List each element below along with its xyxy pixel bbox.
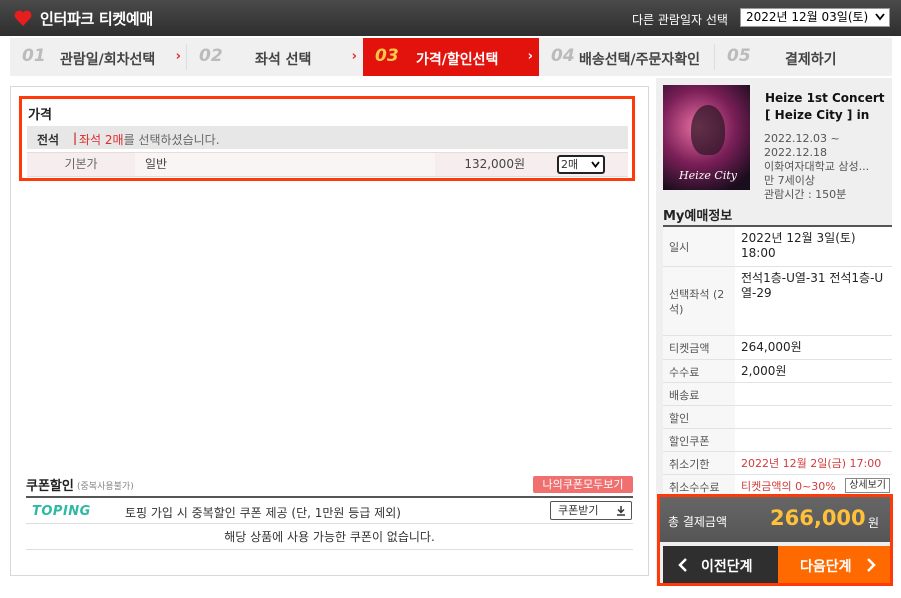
selection-summary-text: 를 선택하셨습니다. — [123, 133, 220, 147]
chevron-right-icon: › — [351, 49, 357, 64]
show-title: Heize 1st Concert [ Heize City ] in — [765, 91, 885, 122]
info-value — [735, 383, 892, 405]
chevron-right-icon: › — [175, 49, 181, 64]
info-key: 선택좌석 (2석) — [663, 267, 735, 335]
info-row-ticket-amount: 티켓금액 264,000원 — [663, 336, 892, 360]
info-row-cancel-deadline: 취소기한 2022년 12월 2일(금) 17:00 — [663, 452, 892, 475]
price-section: 가격 전석 | 좌석 2매를 선택하셨습니다. 기본가 일반 132,000원 … — [19, 96, 635, 181]
price-section-title: 가격 — [28, 108, 52, 123]
total-unit: 원 — [868, 516, 880, 530]
my-booking-title: My예매정보 — [663, 209, 733, 224]
toping-coupon-row: TOPING 토핑 가입 시 중복할인 쿠폰 제공 (단, 1만원 등급 제외)… — [26, 498, 633, 524]
poster-title-text: Heize City — [679, 169, 737, 182]
step-label: 결제하기 — [785, 52, 837, 68]
step-number: 01 — [22, 46, 46, 66]
get-coupon-button[interactable]: 쿠폰받기 — [550, 501, 632, 520]
my-booking-table: 일시 2022년 12월 3일(토) 18:00 선택좌석 (2석) 전석1층-… — [663, 225, 892, 497]
info-value: 전석1층-U열-31 전석1층-U열-29 — [741, 271, 884, 300]
info-key: 배송료 — [663, 383, 735, 405]
info-key: 할인 — [663, 406, 735, 428]
step-number: 03 — [375, 46, 399, 66]
seat-grade-bar: 전석 | 좌석 2매를 선택하셨습니다. — [27, 126, 628, 149]
show-info: 2022.12.03 ~ 2022.12.18 이화여자대학교 삼성... 만 … — [764, 132, 889, 202]
info-row-datetime: 일시 2022년 12월 3일(토) 18:00 — [663, 227, 892, 267]
info-key: 수수료 — [663, 360, 735, 382]
info-key: 취소기한 — [663, 452, 735, 474]
chevron-right-icon — [867, 558, 876, 572]
prev-step-button[interactable]: 이전단계 — [663, 546, 778, 583]
total-amount: 266,000 — [770, 506, 866, 530]
step-3-price-discount[interactable]: 03 가격/할인선택 › — [363, 38, 539, 76]
seat-grade: 전석 — [37, 133, 60, 147]
date-select-value: 2022년 12월 03일(토) — [746, 10, 869, 24]
step-number: 05 — [727, 46, 751, 66]
step-1-date-select[interactable]: 01 관람일/회차선택 › — [10, 38, 187, 76]
show-venue: 이화여자대학교 삼성... — [764, 160, 870, 173]
top-header: 인터파크 티켓예매 다른 관람일자 선택 2022년 12월 03일(토) — [0, 0, 901, 36]
total-payment-section: 총 결제금액 266,000 원 이전단계 다음단계 — [657, 494, 893, 586]
price-row: 기본가 일반 132,000원 2매 — [27, 152, 628, 177]
info-value: 264,000원 — [741, 340, 802, 354]
step-label: 관람일/회차선택 — [60, 52, 156, 68]
quantity-value: 2매 — [561, 158, 579, 171]
info-row-delivery: 배송료 — [663, 383, 892, 406]
show-runtime: 관람시간 : 150분 — [764, 188, 847, 201]
step-4-delivery-orderer[interactable]: 04 배송선택/주문자확인 — [539, 38, 715, 76]
toping-promo-text: 토핑 가입 시 중복할인 쿠폰 제공 (단, 1만원 등급 제외) — [125, 506, 401, 520]
info-row-coupon: 할인쿠폰 — [663, 429, 892, 452]
info-row-fee: 수수료 2,000원 — [663, 360, 892, 383]
chevron-right-icon: › — [527, 49, 533, 64]
date-select[interactable]: 2022년 12월 03일(토) — [740, 8, 890, 27]
info-key: 일시 — [663, 227, 735, 266]
info-row-seats: 선택좌석 (2석) 전석1층-U열-31 전석1층-U열-29 — [663, 267, 892, 336]
info-row-discount: 할인 — [663, 406, 892, 429]
info-value — [735, 429, 892, 451]
price-name: 일반 — [135, 153, 435, 176]
info-key: 티켓금액 — [663, 336, 735, 359]
step-5-payment[interactable]: 05 결제하기 — [715, 38, 892, 76]
total-payment-bar: 총 결제금액 266,000 원 — [660, 497, 890, 542]
info-value — [735, 406, 892, 428]
site-logo-text: 인터파크 티켓예매 — [40, 10, 153, 28]
booking-steps: 01 관람일/회차선택 › 02 좌석 선택 › 03 가격/할인선택 › 04… — [10, 38, 892, 76]
info-value: 2022년 12월 2일(금) 17:00 — [741, 457, 882, 470]
toping-logo: TOPING — [32, 504, 91, 519]
price-amount: 132,000원 — [464, 157, 525, 171]
quantity-select[interactable]: 2매 — [557, 155, 605, 174]
no-coupon-message: 해당 상품에 사용 가능한 쿠폰이 없습니다. — [26, 524, 633, 550]
step-number: 02 — [199, 46, 223, 66]
chevron-down-icon — [591, 161, 600, 168]
step-number: 04 — [551, 46, 575, 66]
heart-logo-icon — [14, 10, 32, 26]
show-age: 만 7세이상 — [764, 174, 815, 187]
coupon-section-title: 쿠폰할인 — [26, 479, 74, 494]
total-label: 총 결제금액 — [668, 515, 728, 529]
date-select-label: 다른 관람일자 선택 — [632, 13, 728, 27]
price-type: 기본가 — [64, 157, 98, 171]
info-value: 2022년 12월 3일(토) 18:00 — [741, 231, 856, 260]
step-label: 배송선택/주문자확인 — [579, 52, 701, 68]
get-coupon-label: 쿠폰받기 — [558, 504, 599, 517]
step-2-seat-select[interactable]: 02 좌석 선택 › — [187, 38, 363, 76]
step-label: 좌석 선택 — [255, 52, 312, 68]
view-my-coupons-button[interactable]: 나의쿠폰모두보기 — [533, 476, 633, 493]
grade-separator: | — [73, 131, 78, 145]
chevron-left-icon — [678, 558, 687, 572]
step-label: 가격/할인선택 — [416, 52, 499, 68]
show-period: 2022.12.03 ~ 2022.12.18 — [764, 132, 840, 159]
cancel-fee-detail-button[interactable]: 상세보기 — [845, 478, 890, 493]
prev-step-label: 이전단계 — [701, 559, 753, 575]
next-step-label: 다음단계 — [800, 559, 852, 575]
next-step-button[interactable]: 다음단계 — [778, 546, 890, 583]
main-content-panel: 가격 전석 | 좌석 2매를 선택하셨습니다. 기본가 일반 132,000원 … — [10, 86, 649, 576]
info-value: 2,000원 — [741, 364, 787, 378]
poster-artwork — [691, 105, 725, 155]
download-icon — [617, 506, 625, 516]
coupon-note: (중복사용불가) — [77, 482, 134, 492]
show-poster: Heize City — [663, 85, 750, 190]
chevron-down-icon — [875, 13, 885, 21]
info-key: 할인쿠폰 — [663, 429, 735, 451]
selection-summary: 좌석 2매를 선택하셨습니다. — [79, 131, 220, 148]
selection-count: 좌석 2매 — [79, 133, 124, 147]
